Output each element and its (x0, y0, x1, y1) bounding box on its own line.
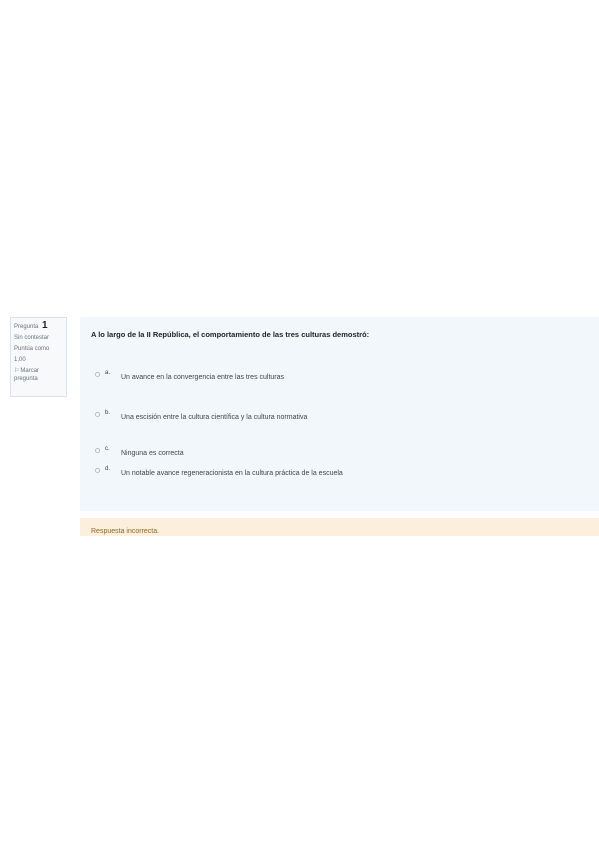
question-label: Pregunta (14, 324, 39, 330)
answer-letter: b. (105, 410, 111, 416)
radio-button-icon[interactable] (95, 412, 100, 417)
answer-label: Un notable avance regeneracionista en la… (121, 470, 343, 477)
question-status: Sin contestar (14, 335, 50, 341)
question-text: A lo largo de la II República, el compor… (91, 330, 370, 339)
answer-letter: c. (105, 446, 110, 452)
feedback-text: Respuesta incorrecta. (91, 528, 160, 535)
score-value: 1,00 (14, 357, 26, 363)
radio-button-icon[interactable] (95, 448, 100, 453)
radio-button-icon[interactable] (95, 468, 100, 473)
answer-label: Una escisión entre la cultura científica… (121, 414, 308, 421)
answer-letter: d. (105, 466, 111, 472)
question-content: A lo largo de la II República, el compor… (80, 317, 599, 511)
radio-button-icon[interactable] (95, 372, 100, 377)
flag-icon: ⚐ (14, 368, 20, 374)
question-number-row: Pregunta 1 (14, 320, 63, 331)
question-number: 1 (42, 320, 48, 331)
score-label: Puntúa como (14, 346, 50, 352)
answer-label: Un avance en la convergencia entre las t… (121, 374, 285, 381)
answer-label: Ninguna es correcta (121, 450, 184, 457)
question-info-panel: Pregunta 1 Sin contestar Puntúa como 1,0… (10, 317, 67, 397)
flag-question-link[interactable]: ⚐Marcar pregunta (14, 367, 63, 383)
answer-letter: a. (105, 370, 111, 376)
feedback-box: Respuesta incorrecta. (80, 518, 599, 536)
